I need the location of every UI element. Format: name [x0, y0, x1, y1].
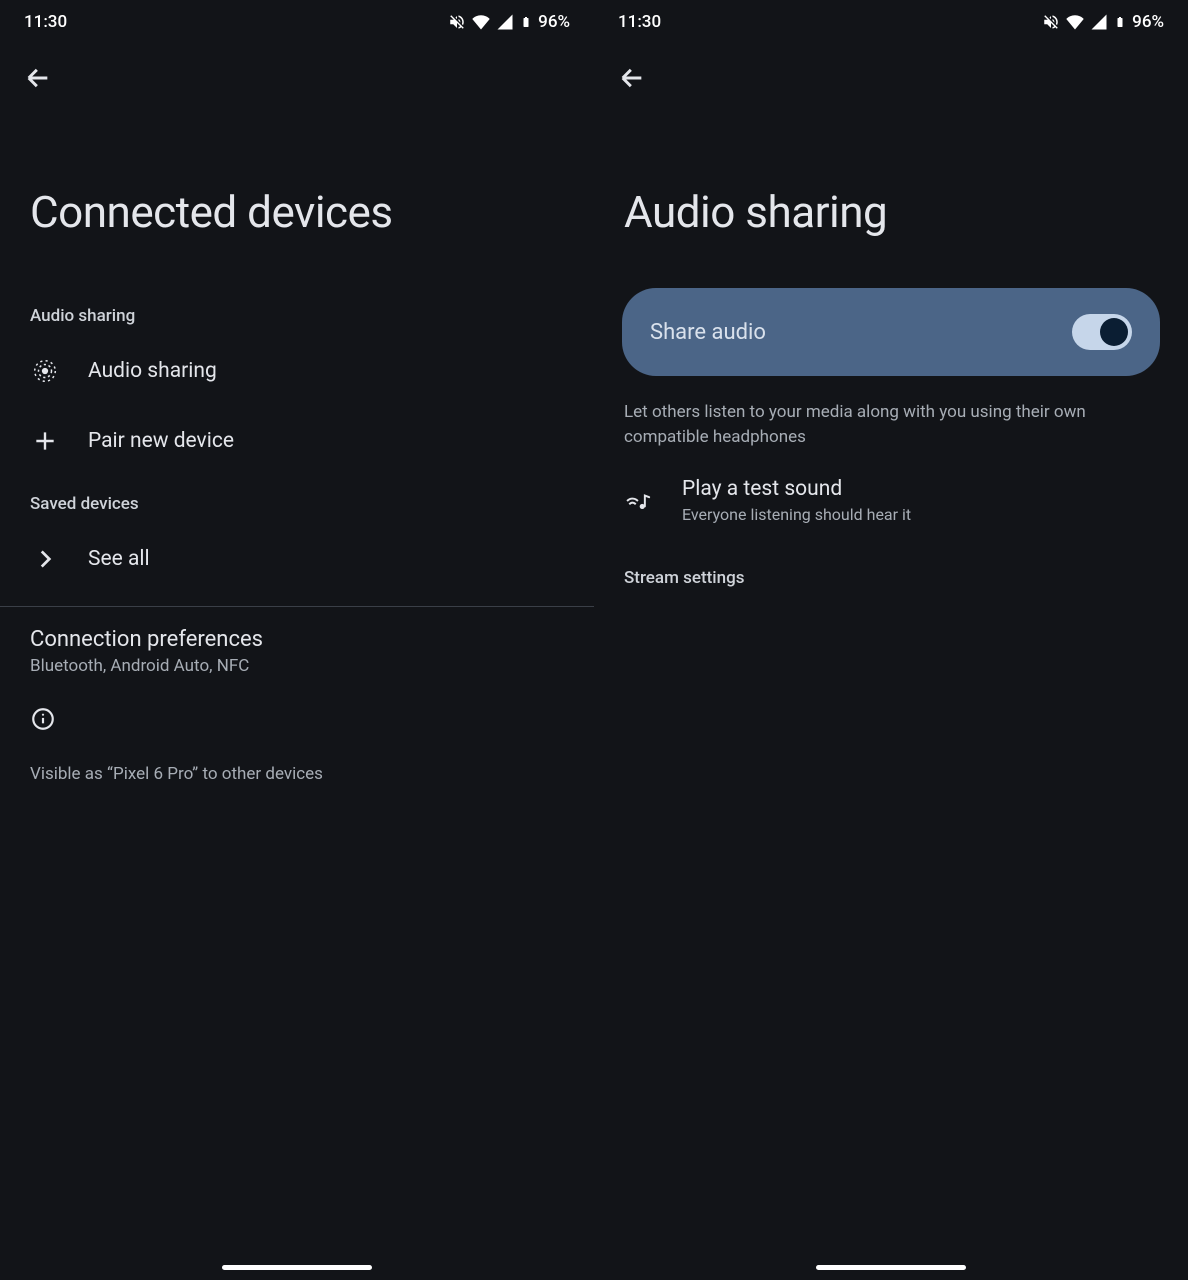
section-saved-devices: Saved devices: [0, 476, 594, 524]
back-button[interactable]: [0, 40, 594, 96]
item-audio-sharing-label: Audio sharing: [88, 359, 217, 383]
item-see-all[interactable]: See all: [0, 524, 594, 594]
screen-connected-devices: 11:30 96% Connected devices Audio sharin…: [0, 0, 594, 1280]
connection-preferences-sub: Bluetooth, Android Auto, NFC: [30, 656, 564, 676]
item-play-test-sound[interactable]: Play a test sound Everyone listening sho…: [594, 463, 1188, 538]
switch-on[interactable]: [1072, 314, 1132, 350]
status-battery-pct: 96%: [1132, 12, 1164, 32]
wifi-icon: [1066, 13, 1084, 31]
status-time: 11:30: [618, 12, 661, 32]
back-button[interactable]: [594, 40, 1188, 96]
nav-handle[interactable]: [222, 1265, 372, 1270]
battery-icon: [520, 13, 532, 31]
status-time: 11:30: [24, 12, 67, 32]
mute-icon: [448, 13, 466, 31]
wifi-icon: [472, 13, 490, 31]
status-bar: 11:30 96%: [0, 0, 594, 40]
item-pair-new-label: Pair new device: [88, 429, 234, 453]
info-icon-row: [0, 684, 594, 746]
connection-preferences-title: Connection preferences: [30, 627, 564, 652]
page-title: Audio sharing: [594, 96, 1188, 288]
status-icons-right: 96%: [448, 12, 570, 32]
item-pair-new-device[interactable]: Pair new device: [0, 406, 594, 476]
switch-knob: [1100, 318, 1128, 346]
play-test-sound-sub: Everyone listening should hear it: [682, 505, 911, 524]
cast-audio-icon: [32, 358, 58, 384]
item-see-all-label: See all: [88, 547, 150, 571]
chevron-right-icon: [32, 546, 58, 572]
share-audio-description: Let others listen to your media along wi…: [594, 376, 1188, 463]
section-stream-settings: Stream settings: [594, 538, 1188, 598]
item-connection-preferences[interactable]: Connection preferences Bluetooth, Androi…: [0, 607, 594, 684]
item-audio-sharing[interactable]: Audio sharing: [0, 336, 594, 406]
screen-audio-sharing: 11:30 96% Audio sharing Share audio Let …: [594, 0, 1188, 1280]
mute-icon: [1042, 13, 1060, 31]
visibility-text: Visible as “Pixel 6 Pro” to other device…: [0, 746, 594, 802]
cast-music-icon: [626, 488, 652, 514]
plus-icon: [32, 428, 58, 454]
info-icon: [30, 706, 56, 732]
status-icons-right: 96%: [1042, 12, 1164, 32]
status-battery-pct: 96%: [538, 12, 570, 32]
signal-icon: [1090, 13, 1108, 31]
back-arrow-icon: [24, 64, 52, 92]
back-arrow-icon: [618, 64, 646, 92]
battery-icon: [1114, 13, 1126, 31]
share-audio-toggle[interactable]: Share audio: [622, 288, 1160, 376]
play-test-sound-title: Play a test sound: [682, 477, 911, 501]
share-audio-label: Share audio: [650, 320, 766, 345]
page-title: Connected devices: [0, 96, 594, 288]
nav-handle[interactable]: [816, 1265, 966, 1270]
signal-icon: [496, 13, 514, 31]
section-audio-sharing: Audio sharing: [0, 288, 594, 336]
status-bar: 11:30 96%: [594, 0, 1188, 40]
